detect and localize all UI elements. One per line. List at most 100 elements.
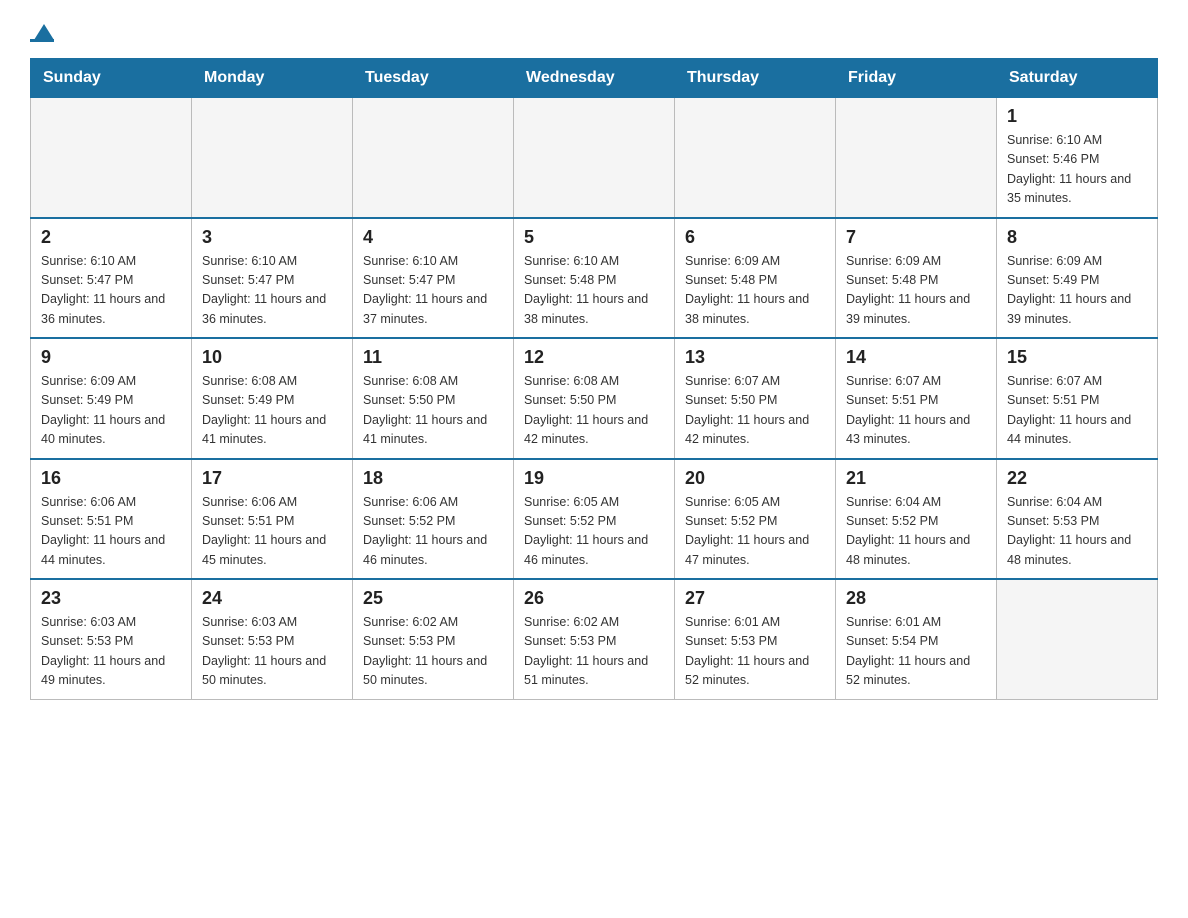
day-number: 9	[41, 347, 181, 368]
calendar-cell	[31, 98, 192, 218]
day-number: 5	[524, 227, 664, 248]
day-number: 1	[1007, 106, 1147, 127]
calendar-cell: 27Sunrise: 6:01 AM Sunset: 5:53 PM Dayli…	[675, 579, 836, 699]
day-info: Sunrise: 6:10 AM Sunset: 5:46 PM Dayligh…	[1007, 131, 1147, 209]
day-info: Sunrise: 6:02 AM Sunset: 5:53 PM Dayligh…	[524, 613, 664, 691]
calendar-cell: 5 Sunrise: 6:10 AM Sunset: 5:48 PM Daylig…	[514, 218, 675, 339]
day-header-friday: Friday	[836, 59, 997, 98]
calendar-header-row: SundayMondayTuesdayWednesdayThursdayFrid…	[31, 59, 1158, 98]
calendar-cell: 17 Sunrise: 6:06 AM Sunset: 5:51 PM Dayli…	[192, 459, 353, 580]
day-info: Sunrise: 6:07 AM Sunset: 5:51 PM Dayligh…	[1007, 372, 1147, 450]
calendar-week-row: 9 Sunrise: 6:09 AM Sunset: 5:49 PM Daylig…	[31, 338, 1158, 459]
day-number: 8	[1007, 227, 1147, 248]
logo-triangle-icon	[34, 24, 54, 40]
day-info: Sunrise: 6:04 AM Sunset: 5:53 PM Dayligh…	[1007, 493, 1147, 571]
day-info: Sunrise: 6:09 AM Sunset: 5:49 PM Dayligh…	[41, 372, 181, 450]
day-number: 22	[1007, 468, 1147, 489]
day-number: 6	[685, 227, 825, 248]
day-header-sunday: Sunday	[31, 59, 192, 98]
calendar-cell: 11 Sunrise: 6:08 AM Sunset: 5:50 PM Dayli…	[353, 338, 514, 459]
day-number: 17	[202, 468, 342, 489]
page-header	[30, 24, 1158, 42]
calendar-cell	[192, 98, 353, 218]
calendar-cell: 16 Sunrise: 6:06 AM Sunset: 5:51 PM Dayli…	[31, 459, 192, 580]
day-info: Sunrise: 6:02 AM Sunset: 5:53 PM Dayligh…	[363, 613, 503, 691]
calendar-cell: 20Sunrise: 6:05 AM Sunset: 5:52 PM Dayli…	[675, 459, 836, 580]
day-info: Sunrise: 6:07 AM Sunset: 5:50 PM Dayligh…	[685, 372, 825, 450]
calendar-cell: 1 Sunrise: 6:10 AM Sunset: 5:46 PM Daylig…	[997, 98, 1158, 218]
calendar-cell: 18Sunrise: 6:06 AM Sunset: 5:52 PM Dayli…	[353, 459, 514, 580]
calendar-cell: 3 Sunrise: 6:10 AM Sunset: 5:47 PM Daylig…	[192, 218, 353, 339]
calendar-cell	[997, 579, 1158, 699]
day-info: Sunrise: 6:03 AM Sunset: 5:53 PM Dayligh…	[202, 613, 342, 691]
calendar-cell: 21 Sunrise: 6:04 AM Sunset: 5:52 PM Dayli…	[836, 459, 997, 580]
day-header-saturday: Saturday	[997, 59, 1158, 98]
calendar-cell: 24Sunrise: 6:03 AM Sunset: 5:53 PM Dayli…	[192, 579, 353, 699]
calendar-cell: 6 Sunrise: 6:09 AM Sunset: 5:48 PM Daylig…	[675, 218, 836, 339]
calendar-cell: 25 Sunrise: 6:02 AM Sunset: 5:53 PM Dayli…	[353, 579, 514, 699]
day-info: Sunrise: 6:09 AM Sunset: 5:49 PM Dayligh…	[1007, 252, 1147, 330]
calendar-cell: 8 Sunrise: 6:09 AM Sunset: 5:49 PM Daylig…	[997, 218, 1158, 339]
calendar-week-row: 2 Sunrise: 6:10 AM Sunset: 5:47 PM Daylig…	[31, 218, 1158, 339]
calendar-cell	[675, 98, 836, 218]
day-info: Sunrise: 6:10 AM Sunset: 5:47 PM Dayligh…	[363, 252, 503, 330]
calendar-cell: 28 Sunrise: 6:01 AM Sunset: 5:54 PM Dayli…	[836, 579, 997, 699]
calendar-cell: 23 Sunrise: 6:03 AM Sunset: 5:53 PM Dayli…	[31, 579, 192, 699]
calendar-week-row: 23 Sunrise: 6:03 AM Sunset: 5:53 PM Dayli…	[31, 579, 1158, 699]
calendar-cell: 15 Sunrise: 6:07 AM Sunset: 5:51 PM Dayli…	[997, 338, 1158, 459]
calendar-cell: 26Sunrise: 6:02 AM Sunset: 5:53 PM Dayli…	[514, 579, 675, 699]
day-header-thursday: Thursday	[675, 59, 836, 98]
day-number: 12	[524, 347, 664, 368]
day-number: 16	[41, 468, 181, 489]
day-number: 28	[846, 588, 986, 609]
day-number: 15	[1007, 347, 1147, 368]
calendar-cell: 13 Sunrise: 6:07 AM Sunset: 5:50 PM Dayli…	[675, 338, 836, 459]
day-number: 10	[202, 347, 342, 368]
day-number: 7	[846, 227, 986, 248]
day-info: Sunrise: 6:08 AM Sunset: 5:50 PM Dayligh…	[363, 372, 503, 450]
calendar-cell	[514, 98, 675, 218]
day-info: Sunrise: 6:09 AM Sunset: 5:48 PM Dayligh…	[685, 252, 825, 330]
day-number: 2	[41, 227, 181, 248]
day-info: Sunrise: 6:07 AM Sunset: 5:51 PM Dayligh…	[846, 372, 986, 450]
day-number: 13	[685, 347, 825, 368]
day-number: 19	[524, 468, 664, 489]
calendar-cell: 7 Sunrise: 6:09 AM Sunset: 5:48 PM Daylig…	[836, 218, 997, 339]
logo	[30, 24, 54, 42]
calendar-cell: 19 Sunrise: 6:05 AM Sunset: 5:52 PM Dayli…	[514, 459, 675, 580]
day-info: Sunrise: 6:03 AM Sunset: 5:53 PM Dayligh…	[41, 613, 181, 691]
day-number: 4	[363, 227, 503, 248]
day-info: Sunrise: 6:06 AM Sunset: 5:52 PM Dayligh…	[363, 493, 503, 571]
calendar-week-row: 1 Sunrise: 6:10 AM Sunset: 5:46 PM Daylig…	[31, 98, 1158, 218]
day-number: 25	[363, 588, 503, 609]
day-info: Sunrise: 6:01 AM Sunset: 5:54 PM Dayligh…	[846, 613, 986, 691]
day-header-wednesday: Wednesday	[514, 59, 675, 98]
day-info: Sunrise: 6:06 AM Sunset: 5:51 PM Dayligh…	[202, 493, 342, 571]
day-info: Sunrise: 6:10 AM Sunset: 5:47 PM Dayligh…	[202, 252, 342, 330]
day-info: Sunrise: 6:08 AM Sunset: 5:49 PM Dayligh…	[202, 372, 342, 450]
day-number: 3	[202, 227, 342, 248]
day-info: Sunrise: 6:10 AM Sunset: 5:48 PM Dayligh…	[524, 252, 664, 330]
logo-underline	[30, 39, 54, 42]
day-number: 11	[363, 347, 503, 368]
day-info: Sunrise: 6:10 AM Sunset: 5:47 PM Dayligh…	[41, 252, 181, 330]
day-info: Sunrise: 6:06 AM Sunset: 5:51 PM Dayligh…	[41, 493, 181, 571]
calendar-cell: 22 Sunrise: 6:04 AM Sunset: 5:53 PM Dayli…	[997, 459, 1158, 580]
calendar-table: SundayMondayTuesdayWednesdayThursdayFrid…	[30, 58, 1158, 700]
day-number: 23	[41, 588, 181, 609]
calendar-cell: 12Sunrise: 6:08 AM Sunset: 5:50 PM Dayli…	[514, 338, 675, 459]
day-number: 14	[846, 347, 986, 368]
day-header-tuesday: Tuesday	[353, 59, 514, 98]
calendar-cell: 9 Sunrise: 6:09 AM Sunset: 5:49 PM Daylig…	[31, 338, 192, 459]
calendar-cell	[353, 98, 514, 218]
day-number: 21	[846, 468, 986, 489]
day-info: Sunrise: 6:05 AM Sunset: 5:52 PM Dayligh…	[524, 493, 664, 571]
day-info: Sunrise: 6:04 AM Sunset: 5:52 PM Dayligh…	[846, 493, 986, 571]
calendar-cell	[836, 98, 997, 218]
calendar-cell: 2 Sunrise: 6:10 AM Sunset: 5:47 PM Daylig…	[31, 218, 192, 339]
day-number: 20	[685, 468, 825, 489]
day-header-monday: Monday	[192, 59, 353, 98]
calendar-week-row: 16 Sunrise: 6:06 AM Sunset: 5:51 PM Dayli…	[31, 459, 1158, 580]
day-info: Sunrise: 6:09 AM Sunset: 5:48 PM Dayligh…	[846, 252, 986, 330]
calendar-cell: 14 Sunrise: 6:07 AM Sunset: 5:51 PM Dayli…	[836, 338, 997, 459]
